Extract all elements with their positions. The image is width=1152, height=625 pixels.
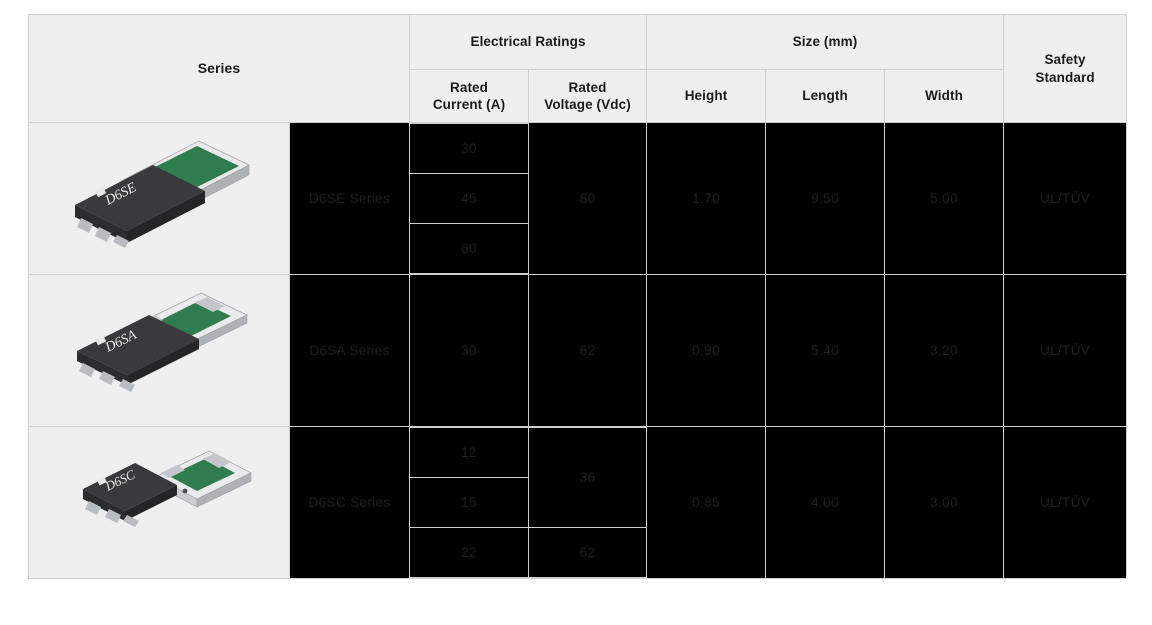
safety-standard-cell: UL/TÜV [1003,274,1128,427]
chip-illustration-d6se: D6SE [29,123,289,274]
rated-current-cell: 30 [409,274,530,427]
header-width: Width [884,69,1005,123]
series-name-cell: D6SA Series [288,274,411,427]
table-row: D6SC D6SC Series 12 15 22 36 62 0.85 4.0… [28,426,1128,579]
chip-image-icon: D6SE [75,140,250,248]
rated-voltage-cell: 36 62 [528,426,648,579]
safety-standard-cell: UL/TÜV [1003,122,1128,275]
height-cell: 1.70 [646,122,767,275]
header-safety-standard-line1: Safety [1044,52,1086,68]
header-rated-voltage-line2: Voltage (Vdc) [544,97,631,112]
product-image-cell: D6SA [28,274,290,427]
header-safety-standard: Safety Standard [1003,14,1128,123]
table-row: D6SA D6SA Series 30 62 0.90 5.40 3.20 UL… [28,274,1128,427]
series-name-cell: D6SE Series [288,122,411,275]
safety-standard-cell: UL/TÜV [1003,426,1128,579]
header-size: Size (mm) [646,14,1005,70]
product-image-cell: D6SC [28,426,290,579]
header-length: Length [765,69,886,123]
length-cell: 4.00 [765,426,886,579]
header-rated-current-line2: Current (A) [432,97,506,112]
height-cell: 0.85 [646,426,767,579]
header-rated-current: Rated Current (A) [409,69,530,123]
header-rated-current-line1: Rated [450,79,489,95]
rated-current-cell: 12 15 22 [409,426,530,579]
header-safety-standard-line2: Standard [1035,69,1095,85]
length-cell: 9.50 [765,122,886,275]
table-row: D6SE D6SE Series 30 45 60 80 1.70 9.50 5… [28,122,1128,275]
chip-image-icon: D6SA [77,292,248,392]
width-cell: 3.00 [884,426,1005,579]
rated-voltage-cell: 62 [528,274,648,427]
header-rated-voltage: Rated Voltage (Vdc) [528,69,648,123]
header-electrical-ratings: Electrical Ratings [409,14,648,70]
header-row-groups: Series Electrical Ratings Size (mm) Safe… [27,14,1128,123]
header-rated-voltage-line1: Rated [568,79,607,95]
rated-current-value: 60 [410,223,529,274]
series-name-cell: D6SC Series [288,426,411,579]
length-cell: 5.40 [765,274,886,427]
width-cell: 3.20 [884,274,1005,427]
rated-current-split: 12 15 22 [410,427,529,578]
width-cell: 5.00 [884,122,1005,275]
rated-current-value: 30 [410,123,529,174]
height-cell: 0.90 [646,274,767,427]
rated-voltage-value: 62 [529,526,647,579]
rated-voltage-split: 36 62 [529,427,647,579]
rated-current-value: 22 [410,527,529,578]
rated-voltage-cell: 80 [528,122,648,275]
chip-illustration-d6sa: D6SA [29,275,289,426]
table-header: Series Electrical Ratings Size (mm) Safe… [27,14,1128,123]
chip-image-icon: D6SC [83,450,252,527]
rated-current-cell: 30 45 60 [409,122,530,275]
product-image-cell: D6SE [28,122,290,275]
rated-current-split: 30 45 60 [410,123,529,274]
rated-voltage-value: 36 [529,427,647,528]
spec-table-container: Series Electrical Ratings Size (mm) Safe… [27,14,1128,579]
rated-current-value: 45 [410,173,529,224]
header-series: Series [27,14,411,123]
chip-illustration-d6sc: D6SC [29,427,289,578]
rated-current-value: 12 [410,427,529,478]
rated-current-value: 15 [410,477,529,528]
header-height: Height [646,69,767,123]
specification-table: Series Electrical Ratings Size (mm) Safe… [27,14,1128,579]
table-body: D6SE D6SE Series 30 45 60 80 1.70 9.50 5… [28,122,1128,579]
